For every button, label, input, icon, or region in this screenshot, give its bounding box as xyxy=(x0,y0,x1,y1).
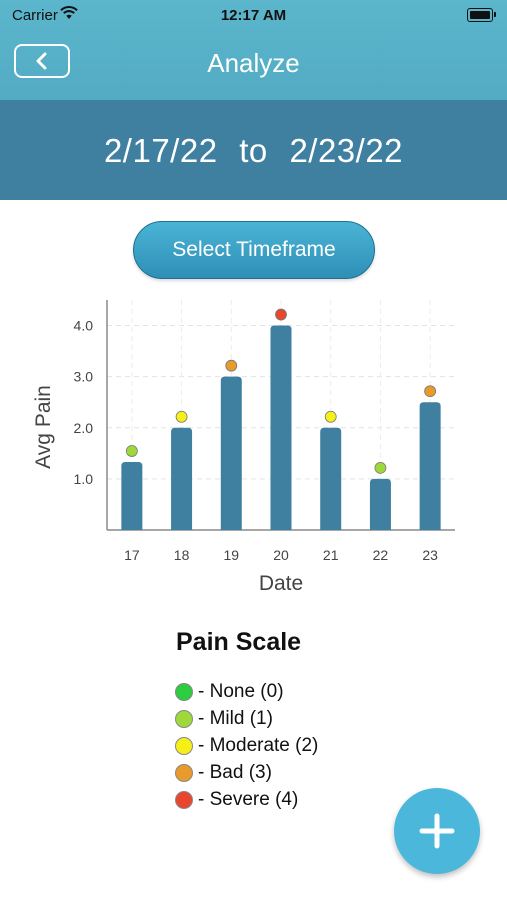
y-axis-title: Avg Pain xyxy=(32,385,55,469)
bar xyxy=(220,376,242,530)
select-timeframe-button[interactable]: Select Timeframe xyxy=(133,221,375,279)
pain-scale-legend: - None (0) - Mild (1) - Moderate (2) - Bad … xyxy=(175,678,318,813)
bar xyxy=(121,462,143,530)
add-entry-button[interactable] xyxy=(394,788,480,874)
x-axis-title: Date xyxy=(259,572,303,595)
pain-level-marker xyxy=(125,445,138,457)
x-tick-label: 23 xyxy=(422,547,438,563)
pain-level-marker xyxy=(225,359,238,372)
legend-item: - Moderate (2) xyxy=(175,732,318,759)
page-title: Analyze xyxy=(207,48,300,78)
avg-pain-chart: 1.0 2.0 3.0 4.0 17 18 19 20 21 22 23 Date Avg Pain xyxy=(32,300,455,595)
pain-level-marker xyxy=(424,385,437,398)
x-tick-label: 20 xyxy=(273,547,289,563)
legend-title: Pain Scale xyxy=(176,628,302,656)
end-date: 2/23/22 xyxy=(289,132,404,169)
legend-label: - Severe (4) xyxy=(198,788,299,810)
pain-level-marker xyxy=(324,410,337,423)
legend-color-dot xyxy=(175,763,193,782)
legend-color-dot xyxy=(175,682,193,701)
clock: 12:17 AM xyxy=(220,7,287,24)
x-tick-label: 21 xyxy=(323,547,339,563)
legend-label: - None (0) xyxy=(198,680,284,702)
x-tick-label: 18 xyxy=(174,547,190,563)
status-bar: Carrier 12:17 AM xyxy=(0,0,507,30)
y-tick-label: 4.0 xyxy=(74,318,94,334)
pain-level-marker xyxy=(175,410,188,423)
legend-item: - Mild (1) xyxy=(175,705,318,732)
legend-item: - None (0) xyxy=(175,678,318,705)
start-date: 2/17/22 xyxy=(103,132,218,169)
bar xyxy=(320,427,342,530)
battery-icon xyxy=(467,8,496,22)
x-tick-label: 17 xyxy=(124,547,140,563)
legend-label: - Mild (1) xyxy=(198,707,273,729)
bar xyxy=(369,478,391,530)
legend-color-dot xyxy=(175,790,193,809)
x-tick-label: 19 xyxy=(223,547,239,563)
date-separator: to xyxy=(239,132,268,169)
header: Carrier 12:17 AM Analyze xyxy=(0,0,507,100)
pain-level-marker xyxy=(275,308,287,321)
y-tick-label: 3.0 xyxy=(74,369,94,385)
x-tick-label: 22 xyxy=(373,547,389,563)
legend-color-dot xyxy=(175,709,193,728)
plus-icon xyxy=(419,813,455,849)
bar xyxy=(270,325,292,530)
legend-color-dot xyxy=(175,736,193,755)
bar xyxy=(171,427,193,530)
bar xyxy=(419,402,441,530)
date-range: 2/17/22 to 2/23/22 xyxy=(0,132,507,170)
legend-item: - Bad (3) xyxy=(175,759,318,786)
y-tick-label: 1.0 xyxy=(74,471,94,487)
legend-item: - Severe (4) xyxy=(175,786,318,813)
date-range-banner: 2/17/22 to 2/23/22 xyxy=(0,100,507,200)
legend-label: - Moderate (2) xyxy=(198,734,319,756)
pain-level-marker xyxy=(374,461,387,474)
legend-label: - Bad (3) xyxy=(198,761,272,783)
y-tick-label: 2.0 xyxy=(74,420,94,436)
